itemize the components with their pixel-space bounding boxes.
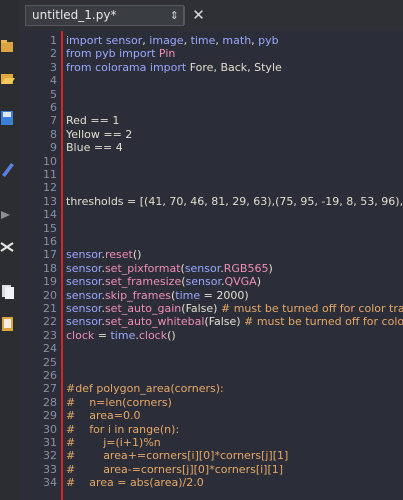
code-editor[interactable]: 1 import sensor, image, time, math, pyb 2 f… xyxy=(19,31,403,500)
cut-icon[interactable] xyxy=(0,238,15,256)
paste-icon[interactable] xyxy=(0,314,15,332)
close-tab-button[interactable]: ✕ xyxy=(189,6,208,25)
file-tab-select[interactable]: untitled_1.py* ⇕ xyxy=(25,5,184,26)
file-tab-label: untitled_1.py* xyxy=(32,8,117,22)
code-line[interactable]: 34 # area = abs(area)/2.0 xyxy=(19,475,403,491)
line-number: 34 xyxy=(43,476,57,490)
line-text: # area = abs(area)/2.0 xyxy=(66,476,204,490)
pen-icon[interactable] xyxy=(0,160,15,178)
copy-icon[interactable] xyxy=(0,282,15,300)
open-icon[interactable] xyxy=(0,70,15,88)
tab-divider xyxy=(184,6,185,25)
save-icon[interactable] xyxy=(0,109,15,127)
left-toolbar xyxy=(0,0,19,500)
tab-bar: untitled_1.py* ⇕ ✕ xyxy=(19,0,403,32)
folder-icon[interactable] xyxy=(0,38,15,56)
close-icon: ✕ xyxy=(192,6,205,24)
arrow-icon[interactable] xyxy=(0,205,15,223)
chevron-updown-icon: ⇕ xyxy=(169,9,179,22)
